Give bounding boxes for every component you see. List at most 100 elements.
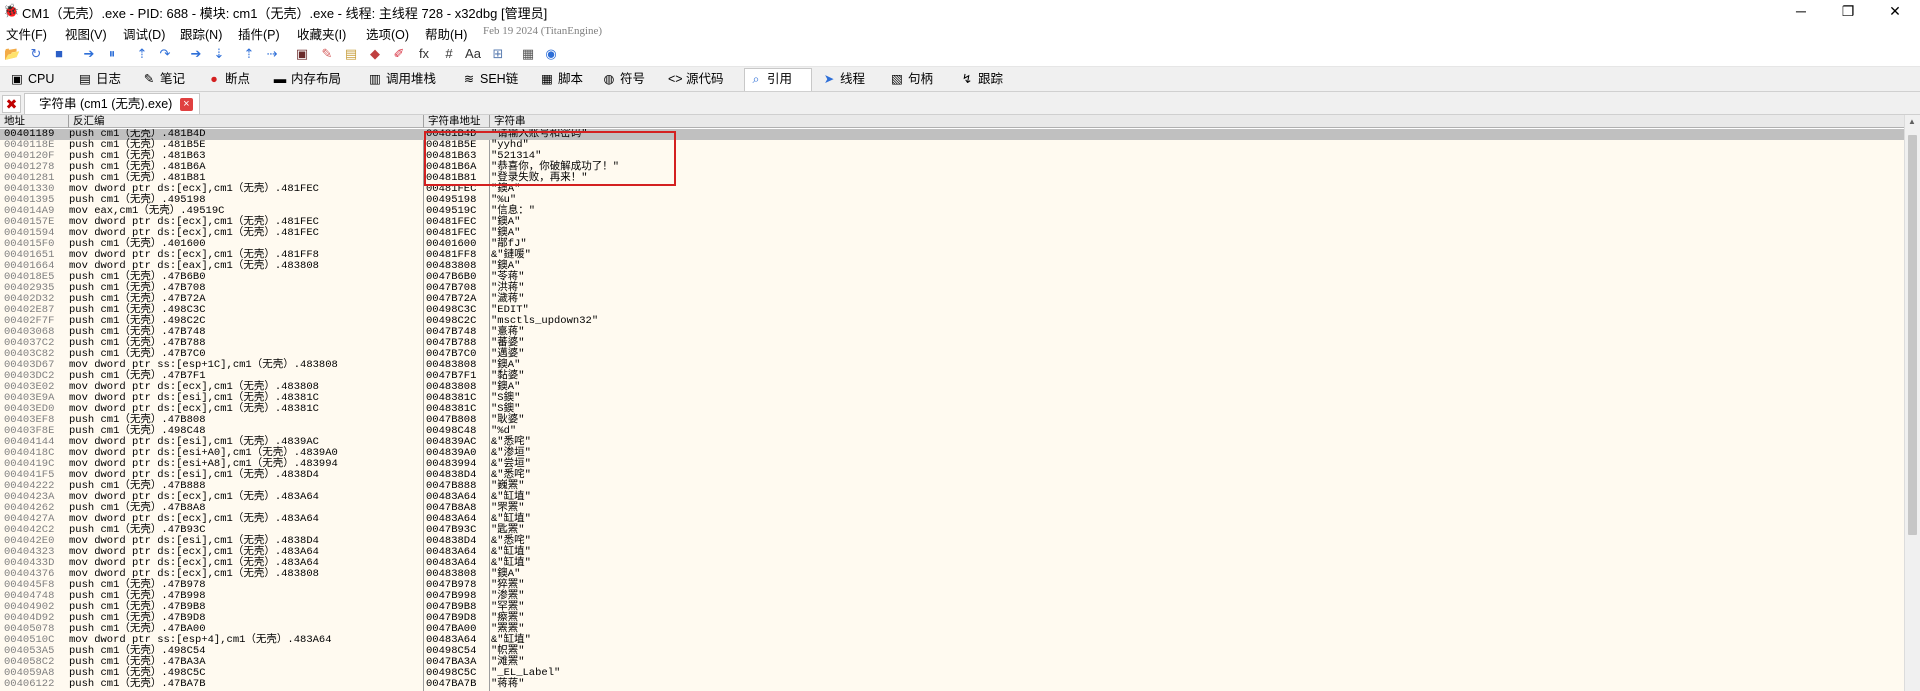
menu-plugins[interactable]: 插件(P): [238, 24, 280, 43]
strings-reference-tab[interactable]: 字符串 (cm1 (无壳).exe) ×: [24, 93, 200, 114]
tab-memory-map[interactable]: ▬ 内存布局: [269, 69, 341, 89]
tab-source[interactable]: <> 源代码: [664, 69, 724, 89]
table-row[interactable]: 004058C2 push cm1（无壳）.47BA3A 0047BA3A "滩罴": [0, 657, 1904, 668]
table-row[interactable]: 004059A8 push cm1（无壳）.498C5C 00498C5C "_EL_…: [0, 668, 1904, 679]
table-row[interactable]: 0040423A mov dword ptr ds:[ecx],cm1（无壳）.4…: [0, 492, 1904, 503]
calculator-icon[interactable]: ⊞: [490, 46, 506, 62]
close-tab-icon[interactable]: ×: [179, 98, 193, 112]
menu-options[interactable]: 选项(O): [366, 24, 409, 43]
row-string-address: 0047BA7B: [426, 678, 477, 690]
menu-trace[interactable]: 跟踪(N): [180, 24, 222, 43]
tab-handles[interactable]: ▧ 句柄: [886, 69, 933, 89]
trace-into-icon[interactable]: ➔: [188, 46, 204, 62]
table-row[interactable]: 00401395 push cm1（无壳）.495198 00495198 "%u": [0, 195, 1904, 206]
table-row[interactable]: 0040427A mov dword ptr ds:[ecx],cm1（无壳）.4…: [0, 514, 1904, 525]
patch-icon[interactable]: ✎: [319, 46, 335, 62]
bookmark-icon[interactable]: ◆: [367, 46, 383, 62]
comment-icon[interactable]: ▤: [343, 46, 359, 62]
menu-file[interactable]: 文件(F): [6, 24, 47, 43]
column-header-string-address[interactable]: 字符串地址: [424, 115, 490, 128]
restore-button[interactable]: ❐: [1825, 0, 1871, 22]
handles-icon: ▧: [891, 72, 903, 86]
table-row[interactable]: 00404D92 push cm1（无壳）.47B9D8 0047B9D8 "瘵罴": [0, 613, 1904, 624]
close-window-button[interactable]: ✕: [1872, 0, 1918, 22]
scylla-icon[interactable]: ▣: [294, 46, 310, 62]
tab-label: CPU: [28, 72, 55, 86]
toolbar: 📂 ↻ ■ ➔ ⏸ ⇡ ↷ ➔ ⇣ ⇡ ⇢ ▣ ✎ ▤ ◆ ✐ fx # Aa ⊞ ▦ ◉: [0, 42, 1920, 67]
table-row[interactable]: 00401189 push cm1（无壳）.481B4D 00481B4D "请输入账…: [0, 129, 1904, 140]
strings-font-icon[interactable]: Aa: [465, 46, 481, 62]
execute-till-return-icon[interactable]: ⇡: [241, 46, 257, 62]
table-row[interactable]: 00401594 mov dword ptr ds:[ecx],cm1（无壳）.4…: [0, 228, 1904, 239]
table-row[interactable]: 00401330 mov dword ptr ds:[ecx],cm1（无壳）.4…: [0, 184, 1904, 195]
tab-call-stack[interactable]: ▥ 调用堆栈: [364, 69, 436, 89]
table-row[interactable]: 004037C2 push cm1（无壳）.47B788 0047B788 "蕃婆": [0, 338, 1904, 349]
table-row[interactable]: 00404902 push cm1（无壳）.47B9B8 0047B9B8 "罕罴": [0, 602, 1904, 613]
tab-label: 引用: [767, 72, 793, 86]
trace-over-icon[interactable]: ⇣: [211, 46, 227, 62]
tab-symbols[interactable]: ◍ 符号: [598, 69, 645, 89]
step-over-icon[interactable]: ↷: [157, 46, 173, 62]
table-row[interactable]: 0040118E push cm1（无壳）.481B5E 00481B5E "yyhd…: [0, 140, 1904, 151]
run-to-user-code-icon[interactable]: ⇢: [264, 46, 280, 62]
close-all-tabs-button[interactable]: ✖: [2, 95, 21, 113]
vertical-scrollbar[interactable]: ▲: [1904, 115, 1920, 691]
scroll-up-icon[interactable]: ▲: [1908, 117, 1916, 126]
table-row[interactable]: 00403068 push cm1（无壳）.47B748 0047B748 "憙蒋": [0, 327, 1904, 338]
table-row[interactable]: 00401278 push cm1（无壳）.481B6A 00481B6A "恭喜你，…: [0, 162, 1904, 173]
restart-icon[interactable]: ↻: [28, 46, 44, 62]
menu-help[interactable]: 帮助(H): [425, 24, 467, 43]
column-header-string[interactable]: 字符串: [490, 115, 1904, 128]
cpu-icon: ▣: [11, 72, 23, 86]
tab-trace[interactable]: ↯ 跟踪: [956, 69, 1003, 89]
tab-seh[interactable]: ≋ SEH链: [458, 69, 518, 89]
menu-view[interactable]: 视图(V): [65, 24, 107, 43]
table-row[interactable]: 00402935 push cm1（无壳）.47B708 0047B708 "洪蒋": [0, 283, 1904, 294]
menu-favorites[interactable]: 收藏夹(I): [297, 24, 346, 43]
table-row[interactable]: 00403ED0 mov dword ptr ds:[ecx],cm1（无壳）.4…: [0, 404, 1904, 415]
table-row[interactable]: 00402E87 push cm1（无壳）.498C3C 00498C3C "EDIT…: [0, 305, 1904, 316]
table-row[interactable]: 0040120F push cm1（无壳）.481B63 00481B63 "5213…: [0, 151, 1904, 162]
tab-references[interactable]: ⌕ 引用: [744, 68, 812, 91]
label-icon[interactable]: ✐: [391, 46, 407, 62]
tab-breakpoint[interactable]: ● 断点: [203, 69, 250, 89]
table-row[interactable]: 004053A5 push cm1（无壳）.498C54 00498C54 "帜罴": [0, 646, 1904, 657]
run-icon[interactable]: ➔: [81, 46, 97, 62]
step-into-icon[interactable]: ⇡: [134, 46, 150, 62]
table-row[interactable]: 004045F8 push cm1（无壳）.47B978 0047B978 "猝罴": [0, 580, 1904, 591]
table-row[interactable]: 00403D67 mov dword ptr ss:[esp+1C],cm1（无壳…: [0, 360, 1904, 371]
tab-script[interactable]: ▦ 脚本: [536, 69, 583, 89]
menu-debug[interactable]: 调试(D): [123, 24, 165, 43]
stop-icon[interactable]: ■: [51, 46, 67, 62]
tab-notes[interactable]: ✎ 笔记: [138, 69, 185, 89]
column-header-disassembly[interactable]: 反汇编: [69, 115, 424, 128]
settings-icon[interactable]: ▦: [520, 46, 536, 62]
column-header-address[interactable]: 地址: [0, 115, 69, 128]
hash-icon[interactable]: #: [441, 46, 457, 62]
table-row[interactable]: 00401664 mov dword ptr ds:[eax],cm1（无壳）.4…: [0, 261, 1904, 272]
open-icon[interactable]: 📂: [4, 46, 20, 62]
table-row[interactable]: 00402D32 push cm1（无壳）.47B72A 0047B72A "濊蒋": [0, 294, 1904, 305]
tab-threads[interactable]: ➤ 线程: [818, 69, 865, 89]
table-row[interactable]: 00406122 push cm1（无壳）.47BA7B 0047BA7B "蒋蒋": [0, 679, 1904, 690]
references-icon: ⌕: [752, 72, 760, 86]
row-address: 00406122: [4, 678, 55, 690]
table-row[interactable]: 004041F5 mov dword ptr ds:[esi],cm1（无壳）.4…: [0, 470, 1904, 481]
x32dbg-app-icon: 🐞: [3, 3, 20, 18]
table-row[interactable]: 004018E5 push cm1（无壳）.47B6B0 0047B6B0 "苓蒋": [0, 272, 1904, 283]
strings-reference-list[interactable]: 00401189 push cm1（无壳）.481B4D 00481B4D "请输入账…: [0, 129, 1904, 691]
scrollbar-thumb[interactable]: [1908, 135, 1917, 535]
tab-label: 跟踪: [978, 72, 1004, 86]
minimize-button[interactable]: ─: [1778, 0, 1824, 22]
pause-icon[interactable]: ⏸: [104, 46, 120, 62]
table-row[interactable]: 00403EF8 push cm1（无壳）.47B808 0047B808 "耿婆": [0, 415, 1904, 426]
tab-log[interactable]: ▤ 日志: [74, 69, 121, 89]
table-row[interactable]: 00404376 mov dword ptr ds:[ecx],cm1（无壳）.4…: [0, 569, 1904, 580]
tab-cpu[interactable]: ▣ CPU: [6, 69, 54, 89]
table-row[interactable]: 0040510C mov dword ptr ss:[esp+4],cm1（无壳）…: [0, 635, 1904, 646]
help-icon[interactable]: ◉: [543, 46, 559, 62]
table-row[interactable]: 00402F7F push cm1（无壳）.498C2C 00498C2C "msct…: [0, 316, 1904, 327]
function-icon[interactable]: fx: [416, 46, 432, 62]
strings-reference-tab-label: 字符串 (cm1 (无壳).exe): [39, 97, 173, 111]
table-row[interactable]: 00404748 push cm1（无壳）.47B998 0047B998 "渗罴": [0, 591, 1904, 602]
